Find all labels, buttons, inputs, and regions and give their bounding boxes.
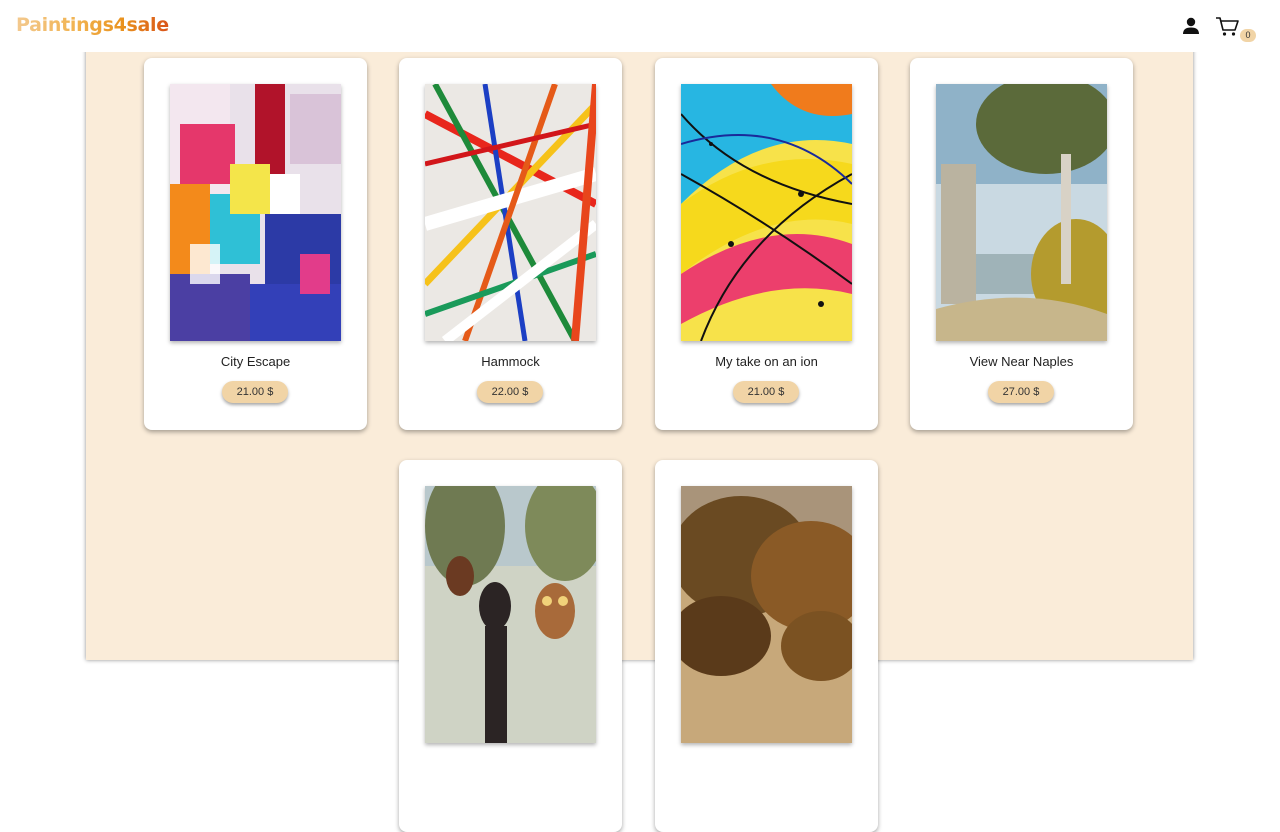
top-header: Paintings4sale 0 [0, 0, 1280, 52]
product-title[interactable]: City Escape [144, 354, 367, 369]
products-panel: City Escape 21.00 $ Hammock 22.00 $ My t… [86, 0, 1193, 832]
product-title[interactable]: My take on an ion [655, 354, 878, 369]
price-button[interactable]: 21.00 $ [222, 381, 288, 403]
painting-image[interactable] [936, 84, 1107, 341]
painting-image[interactable] [425, 486, 596, 743]
person-icon[interactable] [1180, 15, 1202, 37]
painting-image[interactable] [425, 84, 596, 341]
price-button[interactable]: 27.00 $ [988, 381, 1054, 403]
painting-image[interactable] [681, 84, 852, 341]
product-card-my-take-on-an-ion[interactable]: My take on an ion 21.00 $ [655, 58, 878, 430]
product-card-birds-painting[interactable] [399, 460, 622, 832]
product-card-view-near-naples[interactable]: View Near Naples 27.00 $ [910, 58, 1133, 430]
product-title[interactable]: View Near Naples [910, 354, 1133, 369]
product-card-landscape-painting[interactable] [655, 460, 878, 832]
price-button[interactable]: 21.00 $ [733, 381, 799, 403]
product-card-hammock[interactable]: Hammock 22.00 $ [399, 58, 622, 430]
site-logo[interactable]: Paintings4sale [16, 14, 169, 36]
price-button[interactable]: 22.00 $ [477, 381, 543, 403]
product-card-city-escape[interactable]: City Escape 21.00 $ [144, 58, 367, 430]
painting-image[interactable] [681, 486, 852, 743]
painting-image[interactable] [170, 84, 341, 341]
cart-count-badge: 0 [1240, 29, 1256, 42]
product-title[interactable]: Hammock [399, 354, 622, 369]
